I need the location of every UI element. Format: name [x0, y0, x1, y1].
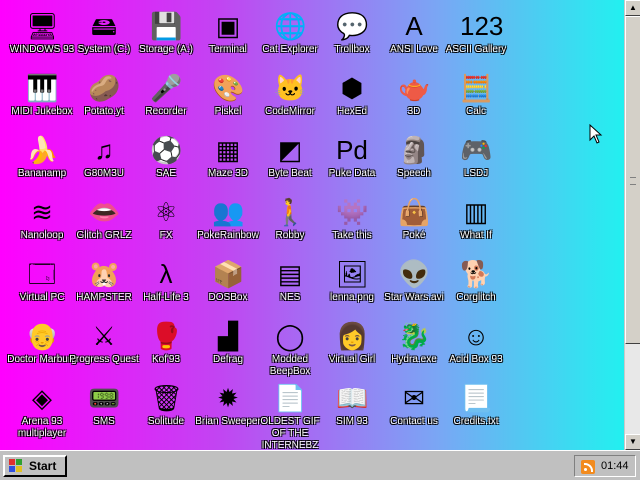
ascii-numbers-icon: 123	[460, 11, 504, 41]
desktop-icon[interactable]: 🐕 Corglitch	[440, 254, 512, 316]
letter-icon: ✉	[403, 383, 425, 413]
pd-patch-icon: Pd	[336, 135, 368, 165]
desktop-icon-label: ASCII Gallery	[445, 44, 507, 55]
start-label: Start	[29, 459, 57, 473]
hex-cube-icon: ⬢	[340, 73, 364, 103]
green-ring-icon: ◯	[275, 321, 305, 351]
desktop-icon-label: Calc	[465, 106, 486, 117]
boing-ball-icon: ⚽	[150, 135, 183, 165]
poke-bag-icon: 👜	[398, 197, 431, 227]
atom-icon: ⚛	[154, 197, 178, 227]
cat-globe-icon: 🌐	[274, 11, 307, 41]
terminal-icon: ▣	[215, 11, 241, 41]
floppy-drive-icon: 💾	[150, 11, 183, 41]
barcode-window-icon: ▥	[463, 197, 489, 227]
chat-bubble-icon: 💬	[336, 11, 369, 41]
corgi-icon: 🐕	[460, 259, 493, 289]
paint-palette-icon: 🎨	[212, 73, 245, 103]
mouse-pointer-icon	[589, 124, 603, 144]
nes-console-icon: ▤	[277, 259, 303, 289]
doctor-face-icon: 👴	[26, 321, 59, 351]
desktop-icon[interactable]: 123 ASCII Gallery	[440, 6, 512, 68]
desktop-icon-label: LSDJ	[463, 168, 489, 179]
crossed-swords-icon: ⚔	[92, 321, 116, 351]
teapot-icon: 🫖	[398, 73, 431, 103]
desktop-icon-label: What If	[460, 230, 492, 241]
system-tray: 01:44	[574, 455, 636, 477]
fighter-face-icon: 🥊	[150, 321, 183, 351]
lips-icon: 👄	[88, 197, 121, 227]
desktop-icon[interactable]: ☺ Acid Box 93	[440, 316, 512, 378]
text-file-icon: 📃	[460, 383, 493, 413]
ansi-letter-icon: A	[405, 11, 423, 41]
maze-icon: ▦	[215, 135, 241, 165]
book-icon: 📖	[336, 383, 369, 413]
taskbar: Start 01:44	[0, 450, 640, 480]
playlist-icon: ♫	[94, 135, 114, 165]
stick-figure-icon: 🚶	[274, 197, 307, 227]
scroll-up-button[interactable]: ▲	[625, 0, 640, 16]
talking-face-icon: 🗿	[398, 135, 431, 165]
gif-file-icon: 📄	[274, 383, 307, 413]
mine-icon: ✹	[217, 383, 239, 413]
dosbox-crate-icon: 📦	[212, 259, 245, 289]
desktop-icon[interactable]: 🧮 Calc	[440, 68, 512, 130]
mario-icon: 👾	[336, 197, 369, 227]
start-button[interactable]: Start	[3, 455, 67, 477]
piano-keys-icon: 🎹	[26, 73, 59, 103]
clock: 01:44	[601, 460, 629, 472]
computer-icon: 🖥	[26, 11, 60, 41]
hard-drive-icon: 🖴	[90, 11, 118, 41]
woman-face-icon: 👩	[336, 321, 369, 351]
potato-icon: 🥔	[88, 73, 121, 103]
lambda-icon: λ	[159, 259, 173, 289]
image-file-icon: 🖼	[336, 259, 370, 289]
scroll-down-button[interactable]: ▼	[625, 434, 640, 450]
desktop-icon-label: Acid Box 93	[449, 354, 503, 365]
desktop-icon[interactable]: 📃 Credits.txt	[440, 378, 512, 440]
desktop-icon[interactable]: 🎮 LSDJ	[440, 130, 512, 192]
banana-icon: 🍌	[26, 135, 59, 165]
pixel-people-icon: 👥	[212, 197, 245, 227]
desktop[interactable]: 🖥 WINDOWS 93 🖴 System (C:) 💾 Storage (A:) ▣ Ter…	[0, 0, 624, 450]
hamster-icon: 🐹	[88, 259, 121, 289]
microphone-icon: 🎤	[150, 73, 183, 103]
desktop-icon-label: Corglitch	[456, 292, 496, 303]
desktop-icon[interactable]: ▥ What If	[440, 192, 512, 254]
gameboy-icon: 🎮	[460, 135, 493, 165]
smiley-icon: ☺	[462, 321, 490, 351]
calculator-icon: 🧮	[460, 73, 493, 103]
sms-console-icon: 📟	[88, 383, 121, 413]
oscilloscope-icon: ≋	[31, 197, 53, 227]
code-cat-icon: 🐱	[274, 73, 307, 103]
yoda-icon: 👽	[398, 259, 431, 289]
trash-bin-icon: 🗑	[150, 383, 184, 413]
hydra-icon: 🐉	[398, 321, 431, 351]
desktop-icon-label: Credits.txt	[453, 416, 499, 427]
vertical-scrollbar[interactable]: ▲ ▼	[624, 0, 640, 450]
rss-feed-icon[interactable]	[581, 460, 595, 474]
waveform-icon: ◩	[277, 135, 303, 165]
scroll-thumb[interactable]	[625, 16, 640, 344]
cube-icon: ◈	[32, 383, 52, 413]
start-flag-icon	[9, 459, 22, 472]
defrag-blocks-icon: ▟	[218, 321, 238, 351]
virtual-pc-window-icon: 🗔	[27, 259, 57, 289]
